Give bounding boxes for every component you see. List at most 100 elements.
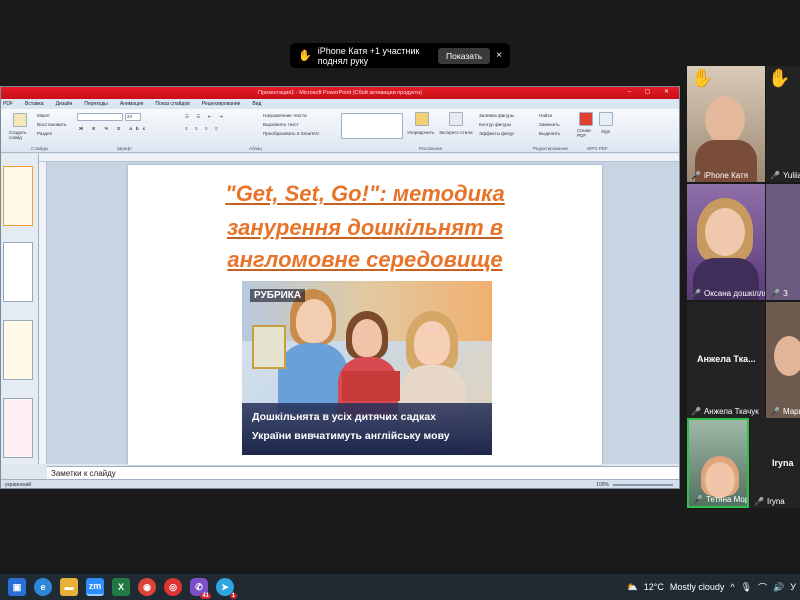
tab-review[interactable]: Рецензирование	[202, 101, 241, 107]
slide-photo[interactable]: РУБРИКА Дошкільнята в усіх дитячих садка…	[242, 281, 492, 455]
telegram-icon[interactable]: ➤ 1	[216, 578, 237, 599]
group-slides-label: Слайды	[31, 146, 49, 151]
slide-thumbnails-panel	[1, 154, 39, 464]
shape-fill-button[interactable]: Заливка фигуры	[479, 113, 514, 118]
chrome-icon[interactable]: ◉	[138, 578, 156, 596]
zoom-control[interactable]: 100%	[596, 482, 673, 488]
smartart-button[interactable]: Преобразовать в SmartArt	[263, 131, 319, 136]
font-format-buttons[interactable]: Ж К Ч S abc	[79, 126, 149, 131]
new-slide-icon[interactable]	[13, 113, 27, 127]
current-slide[interactable]: "Get, Set, Go!": методика занурення дошк…	[128, 165, 602, 465]
excel-icon[interactable]: X	[112, 578, 130, 596]
sign-icon[interactable]	[599, 112, 613, 126]
raised-hand-icon: ✋	[768, 68, 791, 88]
slide-thumbnail[interactable]	[3, 242, 33, 302]
chevron-up-icon[interactable]: ^	[730, 582, 734, 592]
participant-tile[interactable]: ✋ 🎤 iPhone Катя	[687, 66, 765, 182]
window-title-bar: Презентация1 - Microsoft PowerPoint (Сбо…	[1, 87, 679, 99]
rubryka-logo: РУБРИКА	[250, 289, 306, 302]
slide-title-line-3: англомовне середовище	[227, 247, 503, 272]
folder-icon[interactable]: ▬	[60, 578, 78, 596]
language-indicator: украинский	[5, 481, 32, 488]
window-controls[interactable]: – ▢ ✕	[628, 88, 675, 95]
mic-muted-icon: 🎤	[691, 171, 701, 180]
shape-effects-button[interactable]: Эффекты фигур	[479, 131, 514, 136]
app-icon[interactable]: ◎	[164, 578, 182, 596]
language-indicator[interactable]: У	[790, 582, 796, 592]
select-button[interactable]: Выделить	[539, 131, 560, 136]
text-direction-button[interactable]: Направление текста	[263, 113, 307, 118]
create-pdf-button[interactable]: Create PDF	[577, 128, 597, 138]
align-buttons[interactable]: ≡ ≡ ≡ ≡	[185, 126, 221, 131]
network-icon[interactable]: ⌒	[758, 581, 767, 594]
group-wps-pdf-label: WPS PDF	[587, 146, 608, 151]
slide-title-line-2: занурення дошкільнят в	[226, 215, 504, 240]
create-pdf-icon[interactable]	[579, 112, 593, 126]
child-face	[414, 321, 450, 365]
child-face	[352, 319, 382, 357]
participant-name: 🎤Yuliia Z	[770, 171, 800, 180]
powerpoint-window: Презентация1 - Microsoft PowerPoint (Сбо…	[0, 86, 680, 489]
volume-icon[interactable]: 🔊	[773, 582, 784, 593]
participant-name: 🎤Тетяна Мороз	[693, 495, 749, 504]
shapes-gallery[interactable]	[341, 113, 403, 139]
participant-tile[interactable]: Анжела Тка... 🎤 Анжела Ткачук	[687, 302, 765, 418]
slide-thumbnail[interactable]	[3, 320, 33, 380]
browser-icon[interactable]: e	[34, 578, 52, 596]
slide-thumbnail[interactable]	[3, 166, 33, 226]
group-editing-label: Редактирование	[533, 146, 568, 151]
zoom-app-icon[interactable]: zm	[86, 578, 104, 596]
tab-insert[interactable]: Вставка	[25, 101, 44, 107]
participant-tile[interactable]: 🎤 З	[766, 184, 800, 300]
create-slide-button[interactable]: Создать слайд	[9, 130, 33, 140]
slide-thumbnail[interactable]	[3, 398, 33, 458]
participant-face	[705, 208, 745, 256]
microphone-icon[interactable]: 🎙	[741, 582, 752, 593]
participant-display-name: Анжела Тка...	[697, 354, 756, 364]
font-size-value: 24	[127, 114, 133, 119]
show-button[interactable]: Показать	[438, 47, 491, 64]
participant-tile[interactable]: 🎤Оксана дошкілля ХОІ...	[687, 184, 765, 300]
horizontal-ruler	[39, 154, 679, 162]
tab-animation[interactable]: Анимация	[120, 101, 143, 107]
font-name-box[interactable]	[77, 113, 123, 121]
shape-outline-button[interactable]: Контур фигуры	[479, 122, 511, 127]
weather-temp: 12°C	[643, 582, 664, 592]
restore-button[interactable]: Восстановить	[37, 122, 66, 127]
section-button[interactable]: Раздел	[37, 131, 52, 136]
raised-hand-icon: ✋	[298, 50, 312, 62]
system-tray: ⛅ 12°C Mostly cloudy ^ 🎙 ⌒ 🔊 У	[627, 581, 800, 594]
sign-button[interactable]: Sign	[601, 129, 610, 134]
participant-name: 🎤Оксана дошкілля ХОІ...	[691, 289, 765, 298]
find-button[interactable]: Найти	[539, 113, 552, 118]
participant-face	[705, 96, 745, 144]
caption-line-2: України вивчатимуть англійську мову	[252, 430, 450, 442]
tab-design[interactable]: Дизайн	[56, 101, 73, 107]
participant-tile[interactable]: 🎤Мари	[766, 302, 800, 418]
list-buttons[interactable]: ☰ ☰ ⇤ ⇥	[185, 114, 226, 120]
close-icon[interactable]: ×	[496, 50, 502, 61]
participant-face	[705, 462, 735, 498]
tab-slideshow[interactable]: Показ слайдов	[155, 101, 189, 107]
participant-tile[interactable]: ✋ 🎤Yuliia Z	[766, 66, 800, 182]
mic-muted-icon: 🎤	[770, 289, 780, 298]
tab-pdf[interactable]: PDF	[3, 101, 13, 107]
arrange-button[interactable]: Упорядочить	[407, 130, 434, 135]
caption-line-1: Дошкільнята в усіх дитячих садках	[252, 411, 437, 423]
replace-button[interactable]: Заменить	[539, 122, 560, 127]
quick-styles-icon[interactable]	[449, 112, 463, 126]
participant-tile[interactable]: Iryna 🎤 Iryna	[750, 418, 800, 508]
align-text-button[interactable]: Выровнять текст	[263, 122, 299, 127]
save-icon[interactable]: ▣	[8, 578, 26, 596]
slide-notes-field[interactable]: Заметки к слайду	[47, 466, 679, 480]
vertical-ruler	[39, 162, 47, 464]
participant-tile-speaking[interactable]: 🎤Тетяна Мороз	[687, 418, 749, 508]
zoom-slider[interactable]	[613, 483, 673, 486]
quick-styles-button[interactable]: Экспресс-стили	[439, 130, 473, 135]
tab-view[interactable]: Вид	[252, 101, 261, 107]
tab-transitions[interactable]: Переходы	[84, 101, 107, 107]
arrange-icon[interactable]	[415, 112, 429, 126]
participant-name: 🎤 З	[770, 289, 788, 298]
layout-button[interactable]: Макет	[37, 113, 50, 118]
viber-icon[interactable]: ✆ 41	[190, 578, 211, 599]
